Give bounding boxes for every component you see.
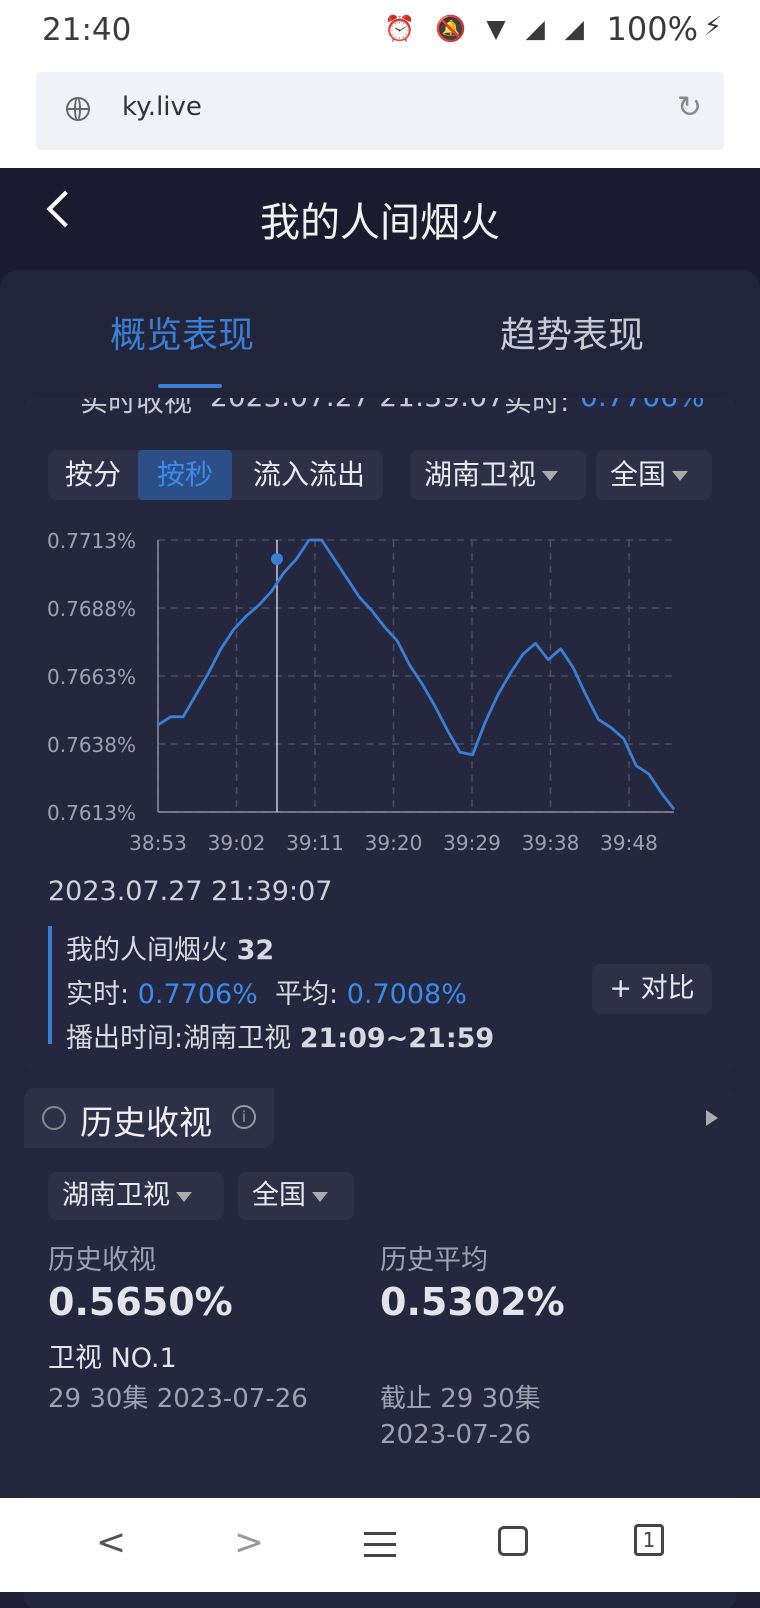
seg-by-minute[interactable]: 按分 xyxy=(48,450,138,500)
status-bar: 21:40 ⏰ 🔕 ▼ ◢ ◢ 100% ⚡ xyxy=(0,0,760,58)
home-icon[interactable] xyxy=(498,1526,528,1556)
legend-bar xyxy=(48,926,52,1044)
history-title: 历史收视 xyxy=(80,1103,212,1142)
chevron-down-icon xyxy=(542,471,559,481)
forward-nav-icon[interactable]: > xyxy=(234,1522,264,1563)
show-line: 我的人间烟火 32 xyxy=(66,928,274,967)
history-region-dropdown[interactable]: 全国 xyxy=(238,1172,354,1220)
hist-value: 0.5650% xyxy=(48,1280,233,1324)
page-title: 我的人间烟火 xyxy=(260,200,500,246)
x-tick-label: 39:38 xyxy=(522,831,580,855)
avg-value: 0.7008% xyxy=(346,979,467,1010)
realtime-header: 实时收视 2023.07.27 21:39:07 实时: 0.7706% xyxy=(24,398,736,424)
y-tick-label: 0.7638% xyxy=(47,733,136,757)
airtime-range: 21:09~21:59 xyxy=(299,1023,495,1054)
x-tick-label: 39:20 xyxy=(365,831,423,855)
realtime-clipped-time: 2023.07.27 21:39:07 xyxy=(210,398,505,413)
x-tick-label: 38:53 xyxy=(129,831,187,855)
y-tick-label: 0.7713% xyxy=(47,529,136,553)
avg-hist-value: 0.5302% xyxy=(380,1280,565,1324)
channel-value: 湖南卫视 xyxy=(424,458,537,491)
globe-icon xyxy=(66,97,90,121)
chevron-down-icon xyxy=(312,1191,328,1202)
history-region-value: 全国 xyxy=(252,1180,306,1211)
url-text[interactable]: ky.live xyxy=(122,92,202,122)
play-icon[interactable] xyxy=(706,1110,718,1126)
avg-hist-sub2: 2023-07-26 xyxy=(380,1420,532,1450)
region-value: 全国 xyxy=(610,458,667,491)
realtime-title: 实时收视 xyxy=(80,398,193,418)
browser-nav-bar: < > 1 xyxy=(0,1498,760,1592)
content-panel: 概览表现 趋势表现 实时收视 2023.07.27 21:39:07 实时: 0… xyxy=(0,270,760,1608)
chevron-down-icon xyxy=(672,471,689,481)
granularity-switch: 按分 按秒 流入流出 xyxy=(48,450,383,500)
channel-dropdown[interactable]: 湖南卫视 xyxy=(410,450,586,500)
hist-label: 历史收视 xyxy=(48,1245,156,1276)
battery-level: 100% xyxy=(606,10,698,48)
y-tick-label: 0.7663% xyxy=(47,665,136,689)
series-line xyxy=(157,538,676,811)
tab-trend[interactable]: 趋势表现 xyxy=(500,306,644,358)
url-bar[interactable]: ky.live ↻ xyxy=(36,72,724,150)
tab-indicator xyxy=(158,384,222,388)
seg-by-second[interactable]: 按秒 xyxy=(138,450,232,500)
selected-timestamp: 2023.07.27 21:39:07 xyxy=(48,876,333,907)
avg-hist-sub1: 截止 29 30集 xyxy=(380,1384,541,1414)
region-dropdown[interactable]: 全国 xyxy=(596,450,712,500)
avg-hist-label: 历史平均 xyxy=(380,1245,488,1276)
realtime-card: 实时收视 2023.07.27 21:39:07 实时: 0.7706% 按分 … xyxy=(24,398,736,1072)
avg-label: 平均: xyxy=(275,979,339,1010)
realtime-chart[interactable]: 0.7713% 0.7688% 0.7663% 0.7638% 0.7613% 38:53… xyxy=(24,518,736,868)
airtime-line: 播出时间:湖南卫视 21:09~21:59 xyxy=(66,1016,494,1055)
compare-button[interactable]: + 对比 xyxy=(592,964,712,1014)
status-time: 21:40 xyxy=(42,12,132,48)
history-icon xyxy=(42,1106,66,1130)
rating-line: 实时: 0.7706% 平均: 0.7008% xyxy=(66,972,467,1011)
x-tick-label: 39:11 xyxy=(286,831,344,855)
back-nav-icon[interactable]: < xyxy=(96,1522,126,1563)
airtime-label: 播出时间: xyxy=(66,1023,184,1054)
realtime-label: 实时: xyxy=(504,398,570,418)
info-icon[interactable]: i xyxy=(232,1105,256,1129)
hist-rank: 卫视 NO.1 xyxy=(48,1343,177,1374)
tab-overview[interactable]: 概览表现 xyxy=(110,306,254,358)
history-channel-dropdown[interactable]: 湖南卫视 xyxy=(48,1172,224,1220)
live-label: 实时: xyxy=(66,979,130,1010)
tab-bar: 概览表现 趋势表现 xyxy=(0,270,760,400)
status-icons: ⏰ 🔕 ▼ ◢ ◢ xyxy=(384,14,590,43)
realtime-value: 0.7706% xyxy=(580,398,705,413)
reload-icon[interactable]: ↻ xyxy=(677,90,702,125)
hist-sub: 29 30集 2023-07-26 xyxy=(48,1384,308,1414)
browser-toolbar: ky.live ↻ xyxy=(0,58,760,168)
history-tag: 历史收视 i xyxy=(24,1088,274,1148)
episode-number: 32 xyxy=(236,935,275,966)
x-tick-label: 39:48 xyxy=(600,831,658,855)
tab-count-icon[interactable]: 1 xyxy=(634,1524,664,1556)
app-container: 我的人间烟火 概览表现 趋势表现 实时收视 2023.07.27 21:39:0… xyxy=(0,168,760,1608)
show-name: 我的人间烟火 xyxy=(66,935,228,966)
airtime-channel: 湖南卫视 xyxy=(183,1023,292,1054)
menu-icon[interactable] xyxy=(364,1532,396,1565)
live-value: 0.7706% xyxy=(137,979,258,1010)
charging-icon: ⚡ xyxy=(703,12,722,42)
x-tick-label: 39:29 xyxy=(443,831,501,855)
crosshair-point xyxy=(271,553,283,566)
history-channel-value: 湖南卫视 xyxy=(62,1180,170,1211)
x-tick-label: 39:02 xyxy=(208,831,266,855)
y-tick-label: 0.7688% xyxy=(47,597,136,621)
chevron-down-icon xyxy=(176,1191,192,1202)
y-tick-label: 0.7613% xyxy=(47,801,136,825)
seg-flow[interactable]: 流入流出 xyxy=(234,450,384,500)
